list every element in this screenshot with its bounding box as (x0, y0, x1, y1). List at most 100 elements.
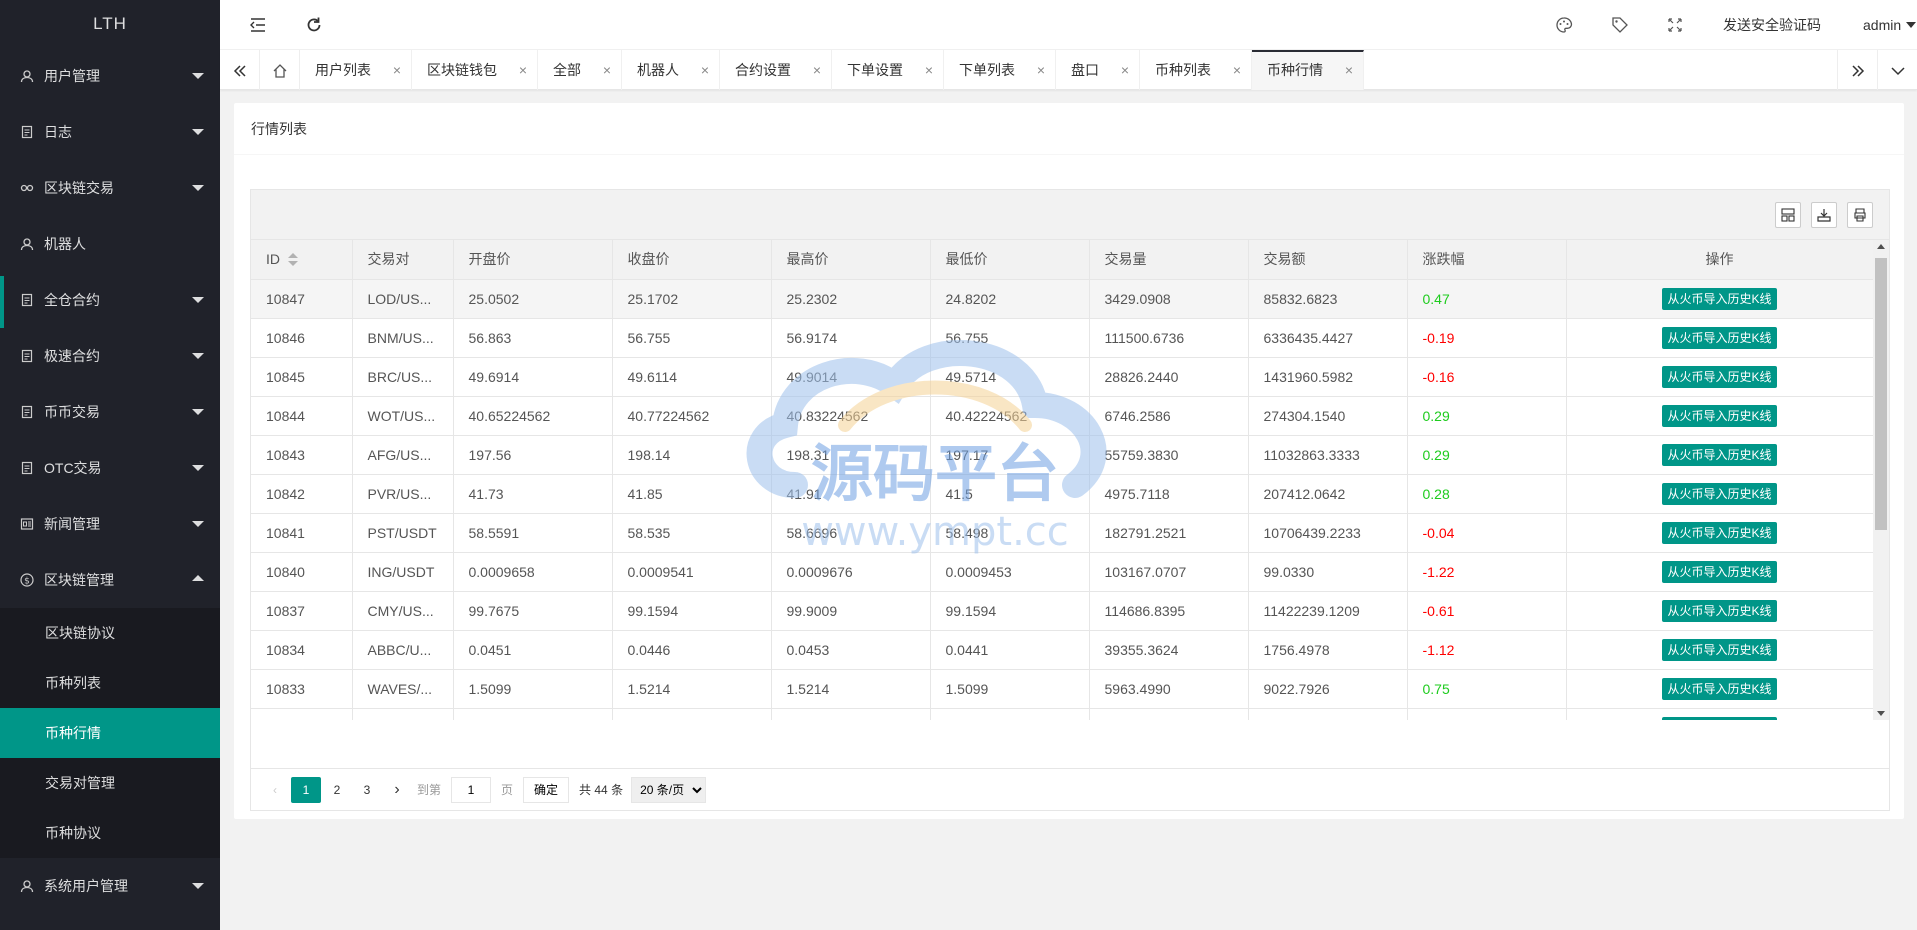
close-icon[interactable]: × (393, 50, 401, 90)
sidebar-subitem-coin-market[interactable]: 币种行情 (0, 708, 220, 758)
import-kline-button[interactable]: 从火币导入历史K线 (1662, 677, 1777, 700)
cell-id: 10842 (251, 474, 353, 514)
sidebar-item-system-users[interactable]: 系统用户管理 (0, 858, 220, 914)
sidebar-item-blockchain-management[interactable]: $ 区块链管理 (0, 552, 220, 608)
table-row[interactable]: 10846 BNM/US... 56.863 56.755 56.9174 56.755 1… (251, 318, 1873, 358)
sidebar-item-fast-contract[interactable]: 极速合约 (0, 328, 220, 384)
tabs-dropdown-icon[interactable] (1877, 50, 1917, 90)
col-header-id[interactable]: ID (251, 240, 353, 280)
tab-blockchain-wallet[interactable]: 区块链钱包 × (412, 50, 538, 90)
tab-order-settings[interactable]: 下单设置 × (832, 50, 944, 90)
page-number-input[interactable] (451, 776, 492, 803)
cell-pair: PVR/US... (352, 474, 454, 514)
close-icon[interactable]: × (813, 50, 821, 90)
sidebar-subitem-coin-list[interactable]: 币种列表 (0, 658, 220, 708)
menu-toggle-icon[interactable] (250, 0, 266, 50)
page-1-button[interactable]: 1 (291, 776, 321, 803)
close-icon[interactable]: × (1345, 52, 1353, 89)
close-icon[interactable]: × (1121, 50, 1129, 90)
table-row[interactable]: 10840 ING/USDT 0.0009658 0.0009541 0.0009676… (251, 552, 1873, 592)
table-row[interactable]: 10844 WOT/US... 40.65224562 40.77224562 40.8… (251, 396, 1873, 436)
import-kline-button[interactable]: 从火币导入历史K线 (1662, 560, 1777, 583)
tabs-scroll-right-icon[interactable] (1837, 50, 1877, 90)
prev-page-icon[interactable]: ‹ (261, 777, 289, 803)
home-icon[interactable] (260, 50, 300, 90)
columns-filter-icon[interactable] (1775, 202, 1801, 228)
import-kline-button[interactable]: 从火币导入历史K线 (1662, 599, 1777, 622)
scroll-down-icon[interactable] (1877, 711, 1885, 716)
import-kline-button[interactable]: 从火币导入历史K线 (1662, 443, 1777, 466)
sidebar-subitem-blockchain-protocol[interactable]: 区块链协议 (0, 608, 220, 658)
close-icon[interactable]: × (701, 50, 709, 90)
table-row[interactable]: 10831TUSD/U...0.998710.998670.998750.998… (251, 708, 1873, 720)
table-row[interactable]: 10834 ABBC/U... 0.0451 0.0446 0.0453 0.0441 39… (251, 630, 1873, 670)
page-size-select[interactable]: 20 条/页 (631, 776, 707, 803)
scroll-up-icon[interactable] (1877, 244, 1885, 249)
cell-open: 41.73 (453, 474, 613, 514)
import-kline-button[interactable]: 从火币导入历史K线 (1662, 326, 1777, 349)
user-menu[interactable]: admin (1863, 0, 1917, 50)
table-row[interactable]: 10842 PVR/US... 41.73 41.85 41.91 41.5 4975.71… (251, 474, 1873, 514)
sidebar-item-label: 全仓合约 (44, 292, 100, 308)
import-kline-button[interactable]: 从火币导入历史K线 (1662, 521, 1777, 544)
tab-robot[interactable]: 机器人 × (622, 50, 720, 90)
cell-vol: 82930.0985 (1089, 708, 1249, 720)
tab-order-book[interactable]: 盘口 × (1056, 50, 1140, 90)
export-icon[interactable] (1811, 202, 1837, 228)
table-row[interactable]: 10837 CMY/US... 99.7675 99.1594 99.9009 99.15… (251, 591, 1873, 631)
print-icon[interactable] (1847, 202, 1873, 228)
table-row[interactable]: 10833 WAVES/... 1.5099 1.5214 1.5214 1.5099 59… (251, 669, 1873, 709)
close-icon[interactable]: × (925, 50, 933, 90)
import-kline-button[interactable]: 从火币导入历史K线 (1662, 482, 1777, 505)
sidebar-item-otc[interactable]: OTC交易 (0, 440, 220, 496)
tab-coin-market[interactable]: 币种行情 × (1252, 50, 1364, 90)
tabs-scroll-left-icon[interactable] (220, 50, 260, 90)
import-kline-button[interactable]: 从火币导入历史K线 (1662, 638, 1777, 661)
import-kline-button[interactable]: 从火币导入历史K线 (1662, 716, 1777, 720)
chevron-down-icon (192, 465, 204, 471)
tab-coin-list[interactable]: 币种列表 × (1140, 50, 1252, 90)
tab-order-list[interactable]: 下单列表 × (944, 50, 1056, 90)
close-icon[interactable]: × (603, 50, 611, 90)
tab-bar: 用户列表 × 区块链钱包 × 全部 × 机器人 × 合约设置 × 下单设置 × 下单列表 × … (220, 50, 1917, 90)
sidebar-subitem-pair-management[interactable]: 交易对管理 (0, 758, 220, 808)
table-row[interactable]: 10843 AFG/US... 197.56 198.14 198.31 197.17 55… (251, 435, 1873, 475)
close-icon[interactable]: × (1233, 50, 1241, 90)
tab-contract-settings[interactable]: 合约设置 × (720, 50, 832, 90)
sidebar-item-coin-trade[interactable]: 币币交易 (0, 384, 220, 440)
sidebar-item-robot[interactable]: 机器人 (0, 216, 220, 272)
import-kline-button[interactable]: 从火币导入历史K线 (1662, 404, 1777, 427)
close-icon[interactable]: × (1037, 50, 1045, 90)
cell-change: -0.61 (1407, 591, 1567, 631)
cell-amount: 6336435.4427 (1248, 318, 1408, 358)
sidebar-nav: 用户管理 日志 区块链交易 机器人 全仓合约 极速合约 币币交易 OTC交易 新… (0, 48, 220, 608)
fullscreen-icon[interactable] (1667, 0, 1683, 50)
sort-icon[interactable] (288, 253, 298, 267)
table-row[interactable]: 10845 BRC/US... 49.6914 49.6114 49.9014 49.57… (251, 357, 1873, 397)
table-row[interactable]: 10841 PST/USDT 58.5591 58.535 58.6696 58.498 1… (251, 513, 1873, 553)
sidebar-item-full-contract[interactable]: 全仓合约 (0, 272, 220, 328)
scrollbar-thumb[interactable] (1875, 258, 1887, 530)
cell-action: 从火币导入历史K线 (1566, 669, 1873, 709)
sidebar-item-blockchain-trade[interactable]: 区块链交易 (0, 160, 220, 216)
sidebar-subitem-coin-protocol[interactable]: 币种协议 (0, 808, 220, 858)
tag-icon[interactable] (1611, 0, 1629, 50)
page-2-button[interactable]: 2 (323, 777, 351, 803)
next-page-icon[interactable]: › (383, 777, 411, 803)
sidebar-item-news[interactable]: 新闻管理 (0, 496, 220, 552)
tab-user-list[interactable]: 用户列表 × (300, 50, 412, 90)
market-card: 行情列表 ID 交易对 开盘价 收盘价 最高价 最低价 交易量 交易额 涨跌幅 … (234, 103, 1904, 819)
table-row[interactable]: 10847 LOD/US... 25.0502 25.1702 25.2302 24.82… (251, 279, 1873, 319)
confirm-page-button[interactable]: 确定 (523, 776, 570, 803)
vertical-scrollbar[interactable] (1873, 240, 1889, 720)
page-3-button[interactable]: 3 (353, 777, 381, 803)
tab-all[interactable]: 全部 × (538, 50, 622, 90)
theme-icon[interactable] (1555, 0, 1573, 50)
refresh-icon[interactable] (306, 0, 322, 50)
import-kline-button[interactable]: 从火币导入历史K线 (1662, 287, 1777, 310)
close-icon[interactable]: × (519, 50, 527, 90)
send-security-code-button[interactable]: 发送安全验证码 (1723, 0, 1821, 50)
sidebar-item-log[interactable]: 日志 (0, 104, 220, 160)
import-kline-button[interactable]: 从火币导入历史K线 (1662, 365, 1777, 388)
sidebar-item-user-management[interactable]: 用户管理 (0, 48, 220, 104)
